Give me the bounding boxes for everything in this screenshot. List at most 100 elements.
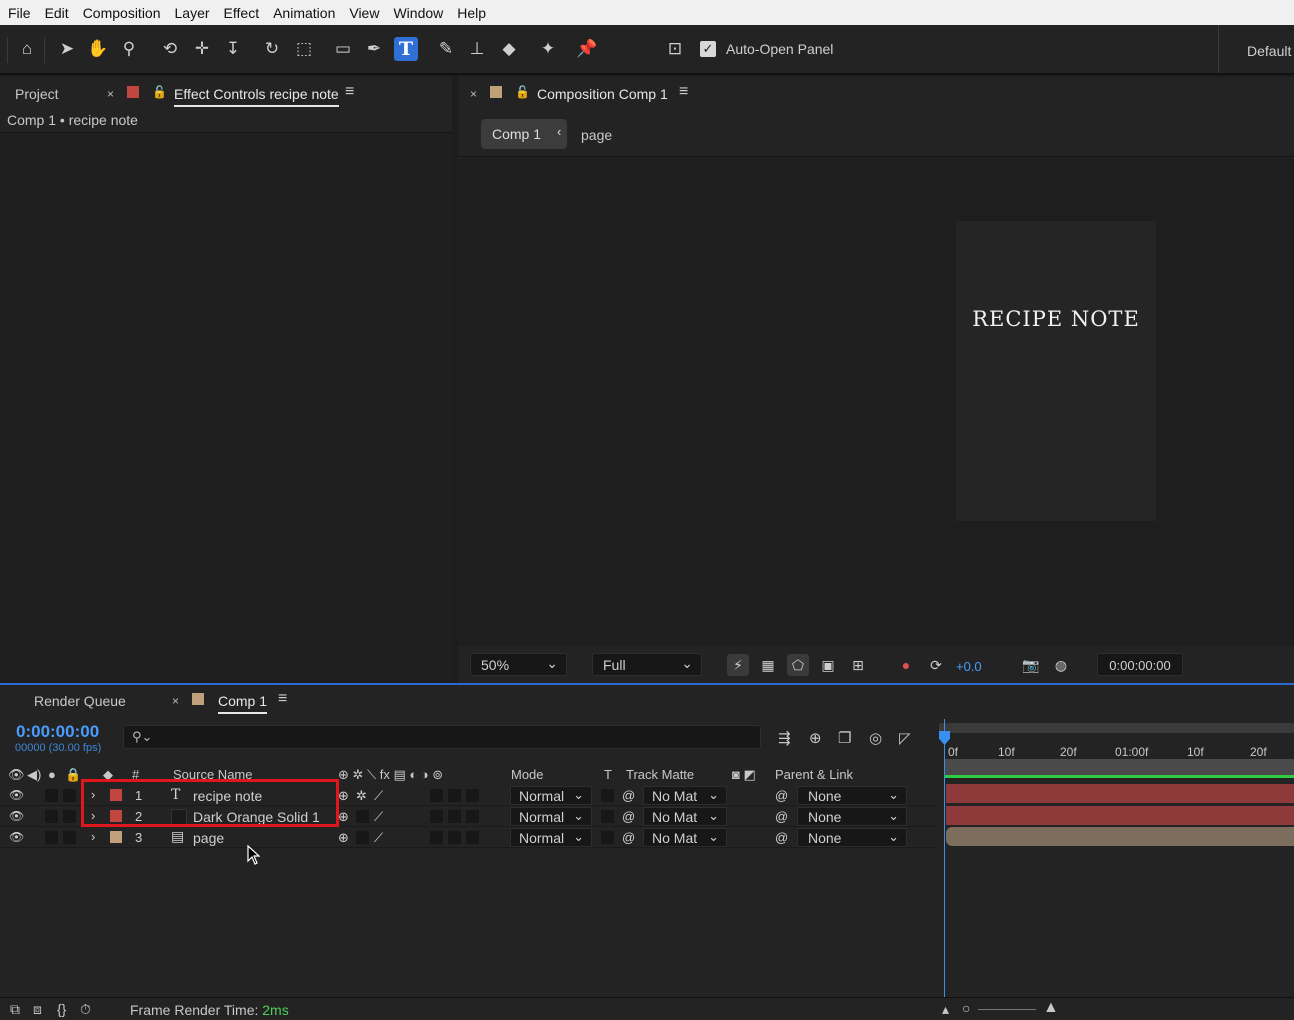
collapse-toggle[interactable] [356, 831, 369, 844]
menu-edit[interactable]: Edit [38, 5, 76, 21]
collapse-switch-icon[interactable]: ✲ [356, 788, 367, 804]
composition-flowchart-icon[interactable]: ⇶ [778, 729, 791, 747]
roto-brush-icon[interactable]: ✦ [536, 37, 560, 61]
zoom-out-icon[interactable]: ▴ [942, 1001, 949, 1018]
blend-mode-select[interactable]: Normal ⌄ [510, 807, 592, 826]
visibility-eye-icon[interactable]: 👁 [9, 809, 24, 823]
parent-select[interactable]: None ⌄ [797, 807, 907, 826]
render-time-icon[interactable]: ⏱ [80, 1001, 91, 1018]
lock-icon[interactable]: 🔒 [65, 767, 81, 783]
parent-pickwhip-icon[interactable]: @ [775, 830, 788, 845]
layer-name[interactable]: page [193, 830, 224, 846]
motion-blur-icon[interactable]: ◸ [899, 729, 911, 747]
mask-visibility-icon[interactable]: ⬠ [787, 654, 809, 676]
type-tool-icon[interactable]: T [394, 37, 418, 61]
zoom-select[interactable]: 50% ⌄ [470, 653, 567, 676]
3d-toggle[interactable] [466, 831, 479, 844]
layer-duration-bar[interactable] [946, 806, 1294, 825]
pan-camera-icon[interactable]: ✛ [190, 37, 214, 61]
playhead-line[interactable] [944, 719, 945, 999]
track-matte-select[interactable]: No Mat ⌄ [643, 786, 727, 805]
adjustment-toggle[interactable] [448, 789, 461, 802]
parent-pickwhip-icon[interactable]: @ [775, 788, 788, 803]
motion-blur-toggle[interactable] [430, 789, 443, 802]
quality-switch-icon[interactable]: ⟋ [374, 830, 383, 846]
visibility-eye-icon[interactable]: 👁 [9, 830, 24, 844]
chevron-left-icon[interactable]: ‹ [557, 124, 561, 139]
pickwhip-icon[interactable]: @ [622, 830, 635, 845]
adjustment-toggle[interactable] [448, 831, 461, 844]
panel-menu-icon[interactable]: ≡ [679, 83, 688, 101]
menu-animation[interactable]: Animation [266, 5, 342, 21]
shy-switch-icon[interactable]: ⊕ [338, 809, 349, 825]
matte-toggle-icon[interactable]: ◙ ◩ [732, 767, 756, 783]
playhead-marker-icon[interactable] [939, 731, 950, 745]
tab-project[interactable]: Project [15, 86, 59, 102]
panel-toggle-icon[interactable]: ⊡ [663, 37, 687, 61]
home-icon[interactable]: ⌂ [15, 37, 39, 61]
solo-icon[interactable]: ● [48, 767, 56, 782]
collapse-toggle[interactable] [356, 810, 369, 823]
layer-switches-icon[interactable]: ⧉ [10, 1001, 20, 1018]
visibility-eye-icon[interactable]: 👁 [9, 788, 24, 802]
solo-toggle[interactable] [63, 810, 76, 823]
parent-select[interactable]: None ⌄ [797, 828, 907, 847]
close-icon[interactable]: × [172, 694, 179, 708]
breadcrumb-comp1[interactable]: Comp 1 [481, 119, 567, 149]
3d-toggle[interactable] [466, 789, 479, 802]
time-graph[interactable]: 0f 10f 20f 01:00f 10f 20f [936, 719, 1294, 999]
checkbox-checked-icon[interactable]: ✓ [700, 41, 716, 57]
menu-file[interactable]: File [0, 5, 38, 21]
column-track-matte[interactable]: Track Matte [626, 767, 694, 782]
draft-3d-icon[interactable]: ⊕ [809, 729, 822, 747]
menu-help[interactable]: Help [450, 5, 493, 21]
work-area-bar[interactable] [939, 723, 1294, 733]
pickwhip-icon[interactable]: @ [622, 788, 635, 803]
viewer-timecode[interactable]: 0:00:00:00 [1097, 653, 1183, 676]
layer-label-color[interactable] [110, 831, 122, 843]
parent-select[interactable]: None ⌄ [797, 786, 907, 805]
column-mode[interactable]: Mode [511, 767, 544, 782]
adjustment-toggle[interactable] [448, 810, 461, 823]
blend-mode-select[interactable]: Normal ⌄ [510, 786, 592, 805]
expand-chevron-icon[interactable]: › [91, 829, 95, 844]
hand-tool-icon[interactable]: ✋ [86, 37, 110, 61]
comp-canvas[interactable]: RECIPE NOTE [956, 221, 1156, 521]
dolly-camera-icon[interactable]: ↧ [221, 37, 245, 61]
shy-switch-icon[interactable]: ⊕ [338, 788, 349, 804]
menu-effect[interactable]: Effect [217, 5, 267, 21]
transfer-controls-icon[interactable]: ⧈ [33, 1001, 42, 1018]
tab-comp1[interactable]: Comp 1 [218, 693, 268, 714]
fast-preview-icon[interactable]: ⚡ [727, 654, 749, 676]
zoom-slider-handle[interactable]: ○ [962, 1000, 970, 1016]
tab-composition[interactable]: Composition Comp 1 [537, 86, 668, 102]
menu-layer[interactable]: Layer [168, 5, 217, 21]
shy-layers-icon[interactable]: ❐ [838, 729, 851, 747]
resolution-select[interactable]: Full ⌄ [592, 653, 702, 676]
menu-composition[interactable]: Composition [76, 5, 168, 21]
zoom-tool-icon[interactable]: ⚲ [117, 37, 141, 61]
puppet-pin-icon[interactable]: 📌 [575, 37, 599, 61]
blend-mode-select[interactable]: Normal ⌄ [510, 828, 592, 847]
panel-menu-icon[interactable]: ≡ [345, 83, 354, 101]
solo-toggle[interactable] [63, 831, 76, 844]
quality-switch-icon[interactable]: ⟋ [374, 788, 383, 804]
column-parent-link[interactable]: Parent & Link [775, 767, 853, 782]
current-time-display[interactable]: 0:00:00:00 [16, 722, 99, 742]
preserve-transparency-toggle[interactable] [601, 789, 614, 802]
brush-tool-icon[interactable]: ✎ [434, 37, 458, 61]
motion-blur-toggle[interactable] [430, 831, 443, 844]
channels-icon[interactable]: ● [895, 654, 917, 676]
audio-toggle[interactable] [45, 810, 58, 823]
close-icon[interactable]: × [107, 87, 114, 101]
region-of-interest-icon[interactable]: ▣ [817, 654, 839, 676]
show-snapshot-icon[interactable]: ◍ [1050, 654, 1072, 676]
3d-toggle[interactable] [466, 810, 479, 823]
workspace-default[interactable]: Default [1218, 25, 1294, 73]
orbit-camera-icon[interactable]: ⟲ [158, 37, 182, 61]
column-t[interactable]: T [604, 767, 612, 782]
menu-view[interactable]: View [342, 5, 386, 21]
eraser-tool-icon[interactable]: ◆ [497, 37, 521, 61]
in-out-icon[interactable]: {} [57, 1001, 66, 1017]
pickwhip-icon[interactable]: @ [622, 809, 635, 824]
